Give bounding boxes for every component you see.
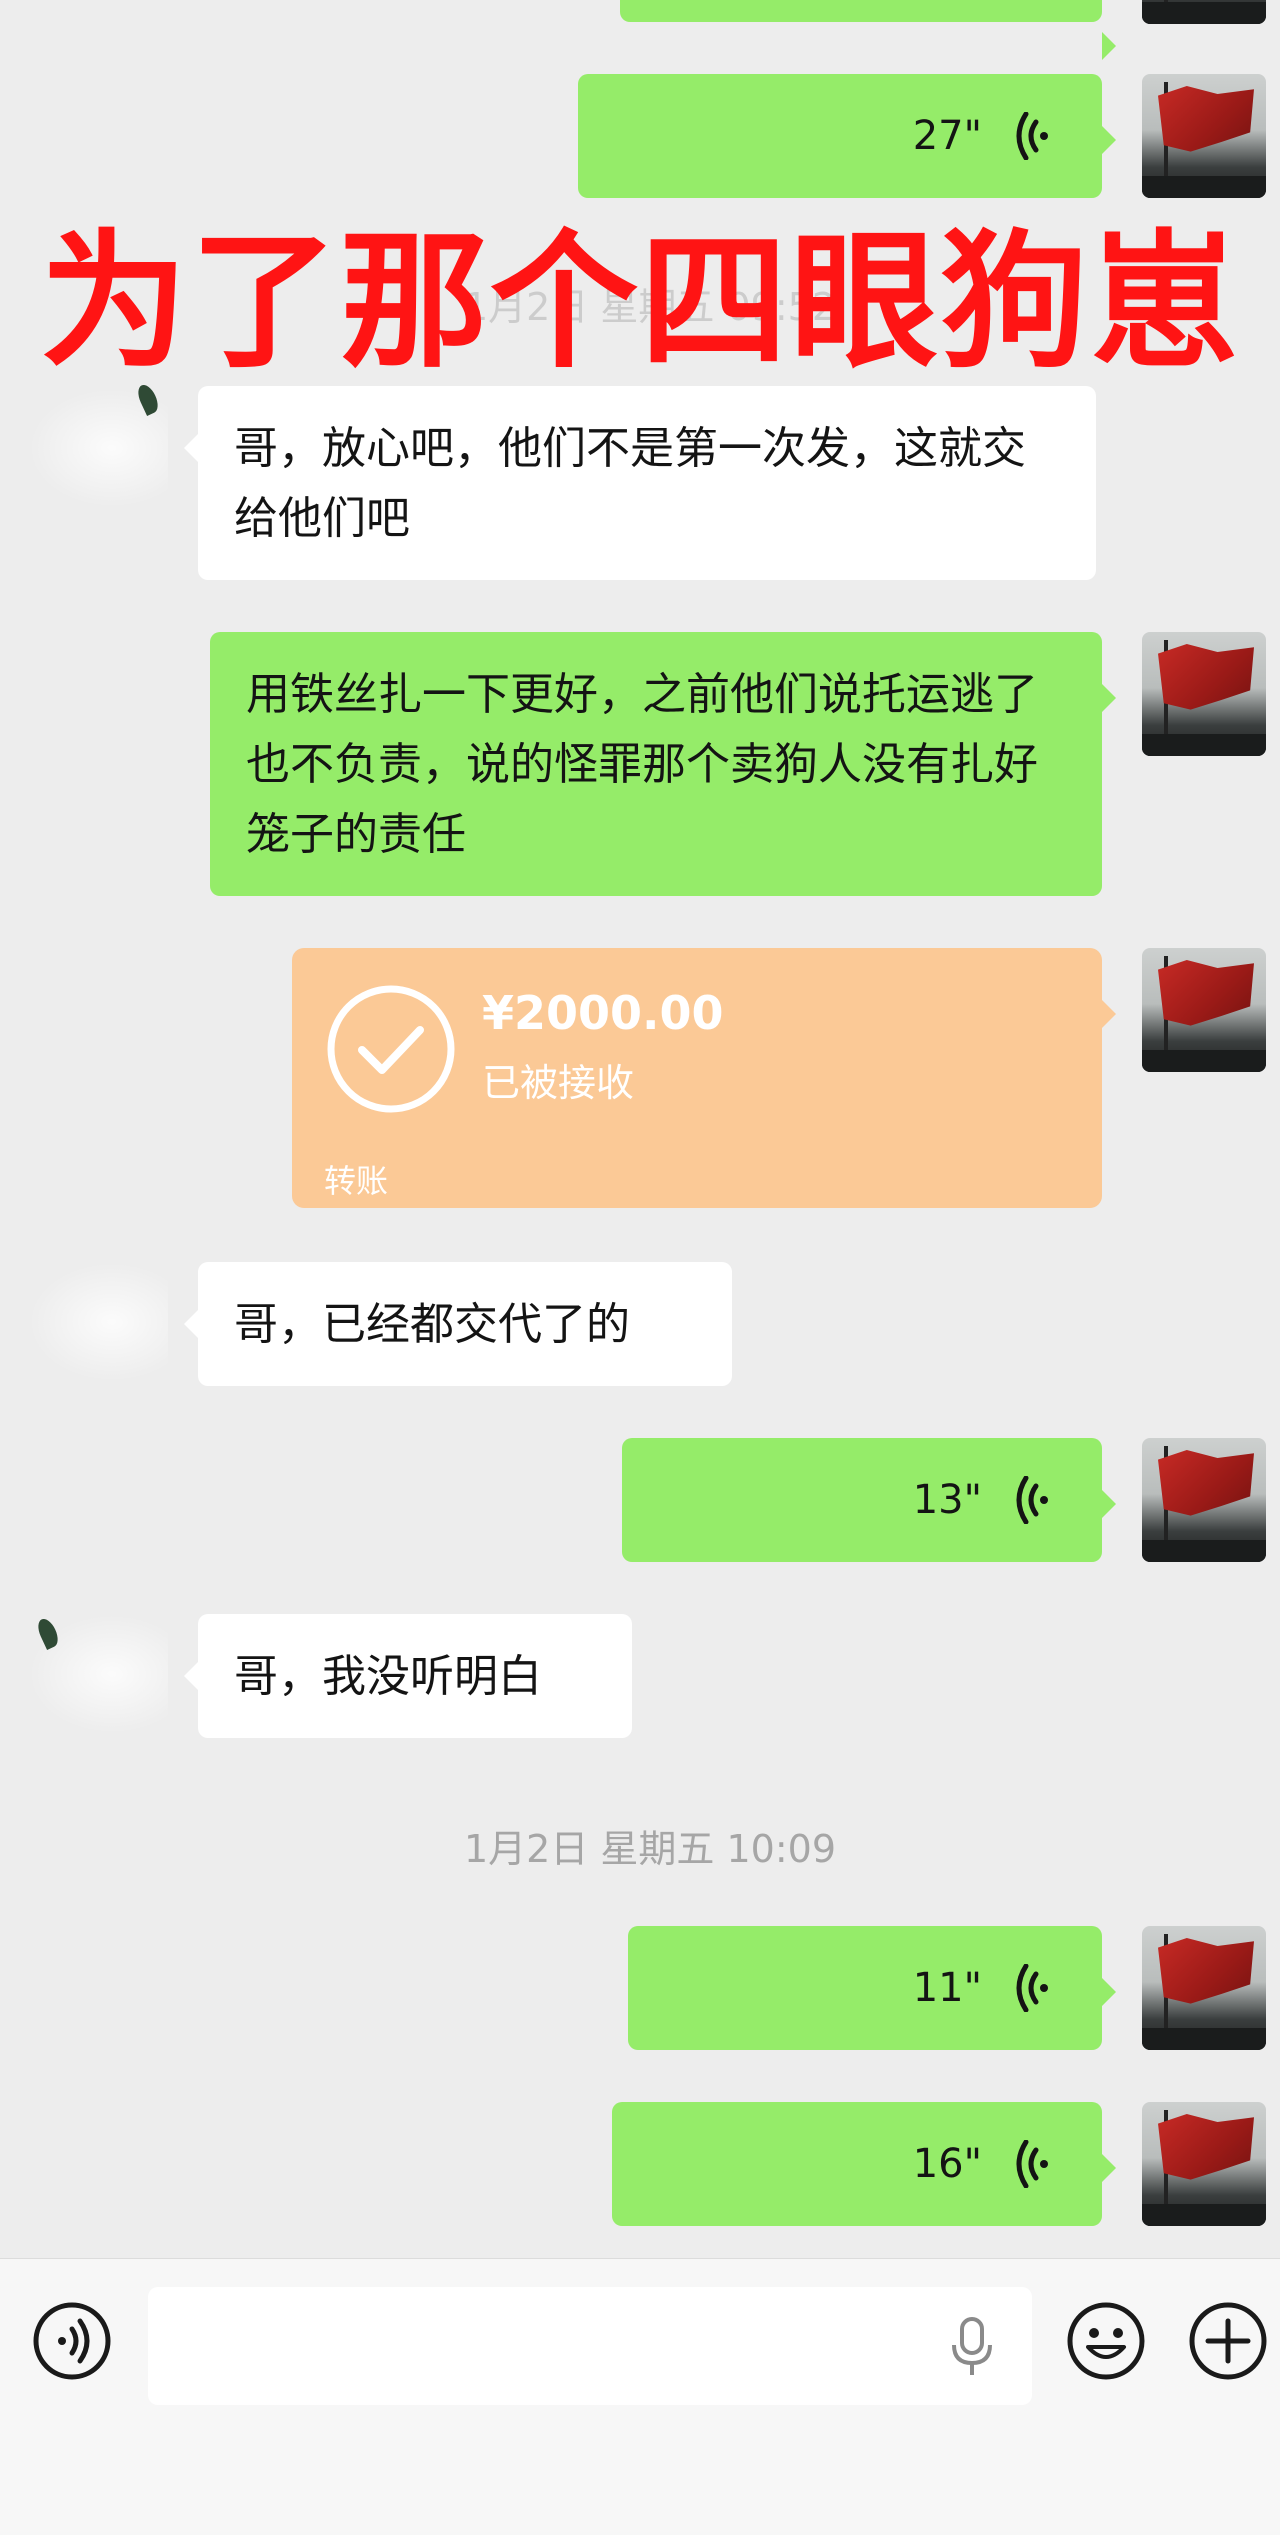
- received-message[interactable]: 哥，放心吧，他们不是第一次发，这就交给他们吧: [184, 386, 1096, 580]
- voice-wave-icon: [1016, 2140, 1048, 2188]
- received-message[interactable]: 哥，已经都交代了的: [184, 1262, 732, 1386]
- divider: [324, 1138, 1070, 1139]
- self-avatar[interactable]: [1142, 948, 1266, 1072]
- message-input[interactable]: [148, 2287, 1032, 2405]
- self-avatar[interactable]: [1142, 1438, 1266, 1562]
- voice-message-13[interactable]: 13": [622, 1438, 1116, 1562]
- microphone-icon[interactable]: [950, 2317, 994, 2377]
- voice-message-27[interactable]: 27": [578, 74, 1116, 198]
- input-bar: [0, 2258, 1280, 2535]
- plus-icon[interactable]: [1188, 2301, 1268, 2381]
- emoji-icon[interactable]: [1066, 2301, 1146, 2381]
- partial-voice-bubble[interactable]: [620, 0, 1116, 60]
- self-avatar[interactable]: [1142, 0, 1266, 24]
- voice-message-11[interactable]: 11": [628, 1926, 1116, 2050]
- check-circle-icon: [327, 985, 455, 1113]
- self-avatar[interactable]: [1142, 632, 1266, 756]
- timestamp: 1月2日 星期五 10:09: [463, 1827, 837, 1871]
- other-avatar[interactable]: [28, 1262, 168, 1382]
- voice-wave-icon: [1016, 1964, 1048, 2012]
- self-avatar[interactable]: [1142, 74, 1266, 198]
- voice-duration: 16": [912, 2141, 982, 2187]
- overlay-caption: 为了那个四眼狗崽: [40, 216, 1240, 388]
- voice-wave-icon: [1016, 1476, 1048, 1524]
- chat-area: 27" 1月2日 星期五 09:52 哥，放心吧，他们不是第一次发，这就交给他们…: [0, 0, 1280, 2258]
- voice-duration: 27": [912, 113, 982, 159]
- transfer-status: 已被接收: [482, 1061, 635, 1105]
- transfer-card[interactable]: ¥2000.00 已被接收 转账: [292, 948, 1116, 1208]
- message-text: 哥，放心吧，他们不是第一次发，这就交给他们吧: [234, 423, 1026, 544]
- message-text: 哥，我没听明白: [234, 1651, 542, 1702]
- transfer-kind: 转账: [324, 1162, 389, 1200]
- voice-message-16[interactable]: 16": [612, 2102, 1116, 2226]
- message-text: 哥，已经都交代了的: [234, 1299, 630, 1350]
- voice-wave-icon: [1016, 112, 1048, 160]
- voice-duration: 11": [912, 1965, 982, 2011]
- sent-message[interactable]: 用铁丝扎一下更好，之前他们说托运逃了也不负责，说的怪罪那个卖狗人没有扎好笼子的责…: [210, 632, 1116, 896]
- self-avatar[interactable]: [1142, 2102, 1266, 2226]
- transfer-amount: ¥2000.00: [482, 986, 724, 1040]
- received-message[interactable]: 哥，我没听明白: [184, 1614, 632, 1738]
- voice-duration: 13": [912, 1477, 982, 1523]
- self-avatar[interactable]: [1142, 1926, 1266, 2050]
- voice-input-icon[interactable]: [32, 2301, 112, 2381]
- message-text: 用铁丝扎一下更好，之前他们说托运逃了也不负责，说的怪罪那个卖狗人没有扎好笼子的责…: [246, 669, 1038, 860]
